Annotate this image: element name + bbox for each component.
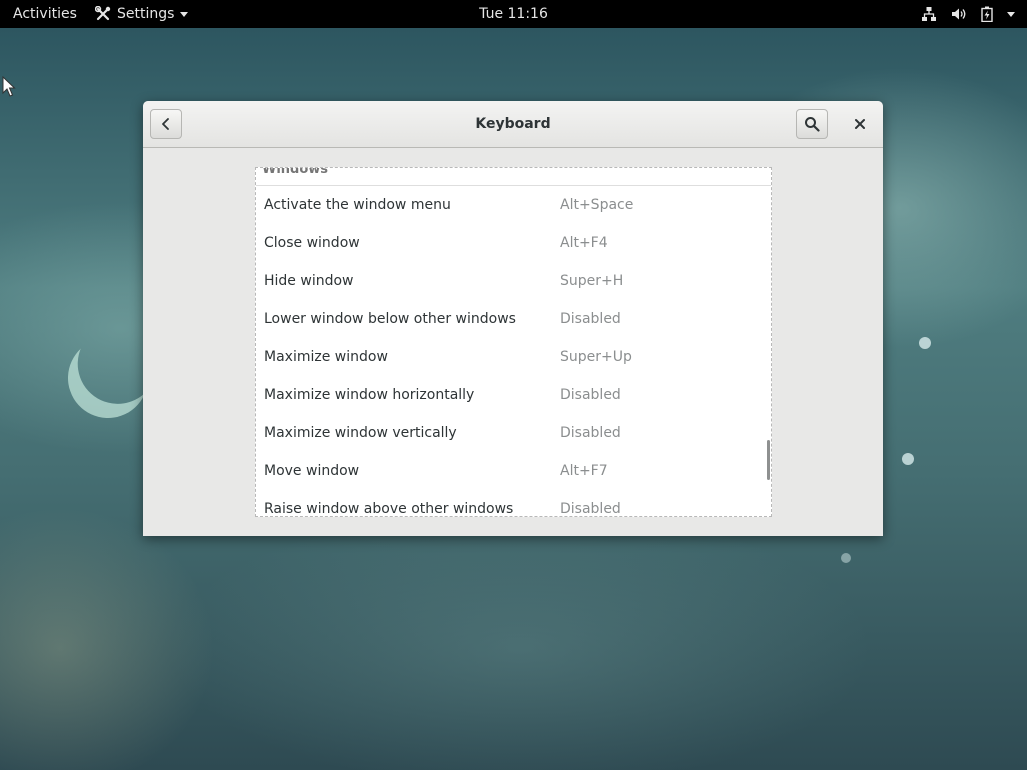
- top-bar: Activities Settings Tue 11:16: [0, 0, 1027, 28]
- window-title: Keyboard: [475, 116, 551, 132]
- shortcut-row[interactable]: Hide window Super+H: [256, 262, 771, 300]
- wallpaper-dot: [919, 337, 931, 349]
- app-menu-button[interactable]: Settings: [95, 0, 189, 28]
- section-header: Windows: [256, 168, 771, 186]
- shortcut-accelerator: Super+H: [560, 273, 624, 289]
- shortcut-row[interactable]: Activate the window menu Alt+Space: [256, 186, 771, 224]
- shortcut-accelerator: Alt+F4: [560, 235, 608, 251]
- system-menu-caret-icon: [1007, 11, 1015, 17]
- shortcut-label: Close window: [264, 235, 360, 251]
- shortcut-accelerator: Alt+F7: [560, 463, 608, 479]
- wallpaper-dot: [841, 553, 851, 563]
- shortcut-label: Maximize window horizontally: [264, 387, 475, 403]
- shortcut-row[interactable]: Lower window below other windows Disabled: [256, 300, 771, 338]
- shortcut-accelerator: Disabled: [560, 311, 621, 327]
- volume-icon: [951, 6, 967, 22]
- shortcut-row[interactable]: Maximize window horizontally Disabled: [256, 376, 771, 414]
- clock[interactable]: Tue 11:16: [479, 6, 548, 22]
- shortcut-label: Maximize window: [264, 349, 388, 365]
- shortcut-label: Lower window below other windows: [264, 311, 516, 327]
- search-icon: [805, 117, 820, 132]
- shortcut-label: Raise window above other windows: [264, 501, 514, 517]
- app-menu-caret-icon: [180, 11, 189, 17]
- app-menu-label: Settings: [117, 6, 175, 22]
- shortcut-label: Hide window: [264, 273, 354, 289]
- close-icon: [855, 119, 865, 129]
- network-wired-icon: [921, 6, 937, 22]
- keyboard-settings-window: Keyboard Windows Activate the window men…: [143, 101, 883, 536]
- back-button[interactable]: [150, 109, 182, 139]
- shortcut-accelerator: Disabled: [560, 501, 621, 517]
- shortcut-accelerator: Disabled: [560, 425, 621, 441]
- shortcut-row[interactable]: Close window Alt+F4: [256, 224, 771, 262]
- shortcut-row[interactable]: Raise window above other windows Disabled: [256, 490, 771, 517]
- activities-button[interactable]: Activities: [13, 0, 77, 28]
- shortcuts-list[interactable]: Windows Activate the window menu Alt+Spac…: [255, 167, 772, 517]
- shortcut-row[interactable]: Move window Alt+F7: [256, 452, 771, 490]
- shortcut-accelerator: Super+Up: [560, 349, 632, 365]
- shortcut-accelerator: Disabled: [560, 387, 621, 403]
- settings-tools-icon: [95, 6, 111, 22]
- go-back-icon: [162, 118, 169, 130]
- scrollbar-thumb[interactable]: [767, 440, 770, 480]
- battery-charging-icon: [981, 6, 993, 22]
- shortcut-row[interactable]: Maximize window Super+Up: [256, 338, 771, 376]
- wallpaper-dot: [902, 453, 914, 465]
- search-button[interactable]: [796, 109, 828, 139]
- shortcut-label: Activate the window menu: [264, 197, 451, 213]
- mouse-pointer-icon: [2, 76, 16, 97]
- shortcut-label: Move window: [264, 463, 360, 479]
- shortcut-accelerator: Alt+Space: [560, 197, 634, 213]
- header-bar: Keyboard: [143, 101, 883, 148]
- system-status-area[interactable]: [921, 0, 1015, 28]
- shortcut-row[interactable]: Maximize window vertically Disabled: [256, 414, 771, 452]
- close-button[interactable]: [845, 109, 875, 139]
- shortcut-label: Maximize window vertically: [264, 425, 457, 441]
- shortcut-rows: Activate the window menu Alt+Space Close w…: [256, 186, 771, 517]
